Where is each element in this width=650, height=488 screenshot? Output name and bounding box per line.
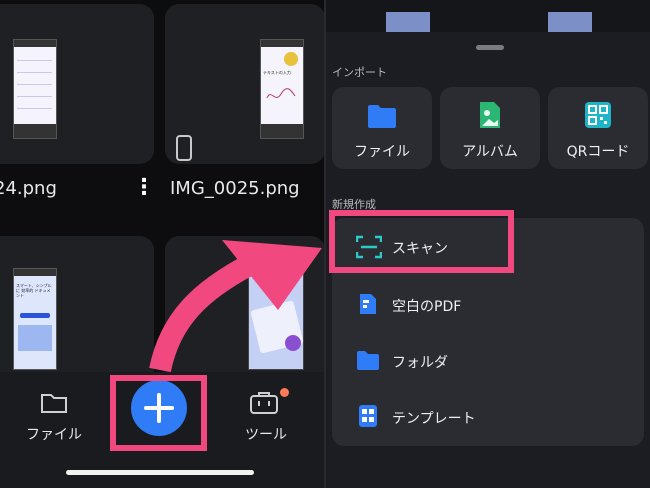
import-section-title: インポート (332, 66, 387, 79)
photo-icon (480, 102, 500, 128)
file-card[interactable]: へようこそ (165, 236, 324, 386)
file-thumbnail: テキストの入力 (260, 39, 304, 139)
file-card[interactable]: スマート、シンプルに 効率的 ドキュメント (0, 236, 154, 386)
file-name: IMG_0025.png (170, 178, 300, 199)
template-icon (359, 405, 377, 427)
toolbox-icon[interactable] (249, 389, 279, 415)
file-thumbnail (13, 39, 57, 139)
thumb-header-text: へようこそ (253, 270, 288, 278)
file-card[interactable]: テキストの入力 (165, 4, 324, 164)
new-blank-pdf-label: 空白のPDF (392, 299, 462, 315)
qr-code-icon (585, 102, 611, 128)
file-thumbnail: へようこそ (248, 264, 304, 370)
file-name: 24.png (0, 178, 57, 199)
import-album-label: アルバム (462, 144, 518, 160)
import-album-button[interactable]: アルバム (440, 87, 540, 169)
folder-icon (368, 105, 396, 128)
background-thumbnail (386, 12, 430, 32)
new-blank-pdf-row[interactable]: 空白のPDF (332, 276, 644, 332)
thumb-promo-text: スマート、シンプルに 効率的 ドキュメント (16, 283, 52, 298)
file-thumbnail: スマート、シンプルに 効率的 ドキュメント (13, 268, 57, 370)
new-folder-label: フォルダ (392, 355, 448, 371)
import-qr-label: QRコード (566, 144, 630, 160)
blank-pdf-icon (360, 294, 376, 314)
folder-icon[interactable] (40, 390, 68, 414)
nav-tools-label[interactable]: ツール (245, 424, 287, 444)
more-options-icon[interactable]: ⋮ (133, 177, 155, 199)
file-card[interactable] (0, 4, 154, 164)
phone-icon (176, 135, 192, 161)
new-template-row[interactable]: テンプレート (332, 388, 644, 444)
scribble-icon (266, 88, 296, 99)
new-template-label: テンプレート (392, 411, 476, 427)
yellow-circle-icon (284, 52, 298, 66)
scan-row-highlight (329, 210, 514, 273)
import-file-label: ファイル (354, 144, 410, 160)
thumb-note-text: テキストの入力 (263, 70, 291, 75)
notification-dot (280, 388, 289, 397)
folder-icon (357, 351, 379, 370)
background-thumbnail (548, 12, 592, 32)
nav-files-label[interactable]: ファイル (26, 424, 82, 444)
new-folder-row[interactable]: フォルダ (332, 332, 644, 388)
import-file-button[interactable]: ファイル (332, 87, 432, 169)
import-qr-button[interactable]: QRコード (548, 87, 648, 169)
sheet-drag-handle[interactable] (476, 45, 504, 50)
add-button-highlight (110, 375, 207, 451)
home-indicator (66, 470, 254, 475)
